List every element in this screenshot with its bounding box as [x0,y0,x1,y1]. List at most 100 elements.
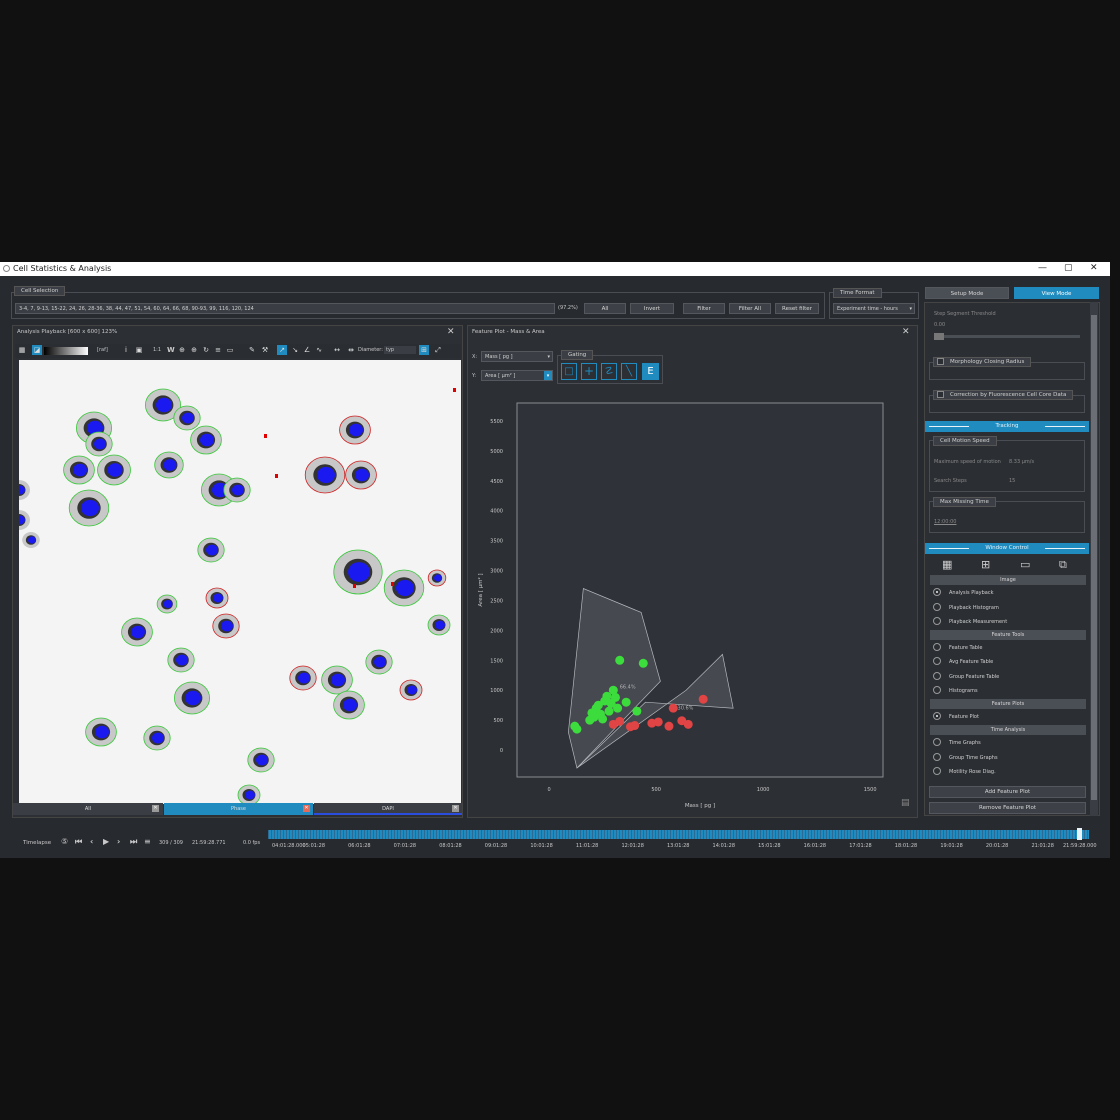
maximize-button[interactable]: ▢ [1064,263,1073,273]
scatter-point[interactable] [638,658,648,668]
filter-button[interactable]: Filter [683,303,725,314]
angle-icon[interactable]: ∠ [302,345,312,355]
menu-icon[interactable]: ≡ [144,837,151,846]
layout-split-icon[interactable]: ⊞ [981,558,990,571]
refresh-icon[interactable]: ↻ [201,345,211,355]
y-tick-label: 4000 [490,509,503,515]
all-button[interactable]: All [584,303,626,314]
close-icon[interactable]: ✕ [447,327,455,337]
add-feature-plot-button[interactable]: Add Feature Plot [929,786,1086,798]
cell-selection-input[interactable]: 3-4, 7, 9-13, 15-22, 24, 26, 28-36, 38, … [15,303,555,314]
close-icon[interactable]: ✕ [452,805,459,812]
first-frame-icon[interactable]: ⏮ [75,837,82,847]
radio-group-feature-table[interactable] [933,672,941,680]
layers-icon[interactable]: ≡ [213,345,223,355]
scatter-point[interactable] [698,694,708,704]
morphology-checkbox[interactable] [937,358,944,365]
expand-view-icon[interactable]: ⤢ [433,345,443,355]
slider-handle[interactable] [934,333,944,340]
radio-time-graphs[interactable] [933,738,941,746]
lock-icon[interactable]: ▭ [225,345,235,355]
scatter-point[interactable] [598,714,608,724]
close-icon[interactable]: ✕ [152,805,159,812]
radio-playback-measurement[interactable] [933,617,941,625]
selection-percent: (97.2%) [558,305,578,311]
time-format-select[interactable]: Experiment time - hours ▾ [833,303,915,314]
play-icon[interactable]: ▶ [103,837,109,846]
max-speed-value[interactable]: 8.33 µm/s [1009,459,1034,465]
channel-tab-phase[interactable]: Phase ✕ [164,803,313,815]
radio-playback-histogram[interactable] [933,603,941,611]
filter-all-button[interactable]: Filter All [729,303,771,314]
zoom-fit-icon[interactable]: ⊕ [177,345,187,355]
collapse-icon[interactable]: ⇹ [346,345,356,355]
scatter-point[interactable] [630,721,640,731]
one-to-one-button[interactable]: 1:1 [153,347,161,353]
roi-icon[interactable]: ⊞ [419,345,429,355]
save-icon[interactable]: ▣ [134,345,144,355]
scatter-point[interactable] [668,703,678,713]
grid-icon[interactable]: ▦ [17,345,27,355]
setup-mode-tab[interactable]: Setup Mode [925,287,1009,299]
radio-feature-table[interactable] [933,643,941,651]
pointer-icon[interactable]: ↗ [277,345,287,355]
radio-group-time-graphs[interactable] [933,753,941,761]
last-frame-icon[interactable]: ⏭ [130,837,137,847]
view-mode-tab[interactable]: View Mode [1014,287,1099,299]
seg-threshold-slider[interactable] [934,335,1080,338]
lut-gradient[interactable] [44,347,88,355]
layout-cascade-icon[interactable]: ⧉ [1059,558,1067,572]
scatter-point[interactable] [621,697,631,707]
fluorescence-checkbox[interactable] [937,391,944,398]
tracking-header[interactable]: Tracking [925,421,1089,432]
scrollbar-thumb[interactable] [1091,315,1097,800]
scatter-point[interactable] [615,655,625,665]
cell-image[interactable] [19,360,461,804]
close-window-button[interactable]: ✕ [1090,263,1098,273]
radio-avg-feature-table[interactable] [933,657,941,665]
scatter-point[interactable] [632,706,642,716]
next-frame-icon[interactable]: › [117,837,120,846]
timeline-track[interactable] [268,830,1089,839]
channel-tab-dapi[interactable]: DAPI ✕ [314,803,462,815]
chevron-down-icon: ▾ [909,306,912,312]
scatter-point[interactable] [615,716,625,726]
expand-icon[interactable]: ↔ [332,345,342,355]
measure-icon[interactable]: ↘ [290,345,300,355]
prev-frame-icon[interactable]: ‹ [90,837,93,846]
max-missing-value[interactable]: 12:00:00 [934,519,956,525]
zoom-in-icon[interactable]: ⊕ [189,345,199,355]
radio-analysis-playback[interactable] [933,588,941,596]
radio-histograms[interactable] [933,686,941,694]
lut-select[interactable]: [raf] [97,347,108,353]
scatter-point[interactable] [653,717,663,727]
draw-icon[interactable]: ✎ [247,345,257,355]
remove-feature-plot-button[interactable]: Remove Feature Plot [929,802,1086,814]
scatter-chart[interactable]: 66.4% 30.6% 0 500 1000 1500 0 500 1000 1500 2000 2… [467,325,918,818]
search-steps-value[interactable]: 15 [1009,478,1015,484]
scatter-point[interactable] [604,706,614,716]
scatter-point[interactable] [613,703,623,713]
invert-button[interactable]: Invert [630,303,674,314]
close-icon[interactable]: ✕ [303,805,310,812]
wand-icon[interactable]: ⚒ [260,345,270,355]
layout-grid-icon[interactable]: ▦ [942,558,952,571]
timeline-cursor[interactable] [1077,828,1082,840]
w-button[interactable]: W [167,346,175,354]
radio-feature-plot[interactable] [933,712,941,720]
minimize-button[interactable]: — [1038,263,1047,273]
curve-icon[interactable]: ∿ [314,345,324,355]
layout-tabs-icon[interactable]: ▭ [1020,558,1030,571]
scatter-point[interactable] [683,719,693,729]
scatter-point[interactable] [572,724,582,734]
scatter-point[interactable] [610,692,620,702]
contrast-icon[interactable]: ◪ [32,345,42,355]
diameter-input[interactable]: typ [384,346,416,354]
scatter-point[interactable] [664,721,674,731]
loop-icon[interactable]: ⑤ [61,837,68,846]
info-icon[interactable]: i [121,345,131,355]
radio-motility-rose[interactable] [933,767,941,775]
channel-tab-all[interactable]: All ✕ [13,803,163,815]
reset-filter-button[interactable]: Reset filter [775,303,819,314]
window-control-header[interactable]: Window Control [925,543,1089,554]
